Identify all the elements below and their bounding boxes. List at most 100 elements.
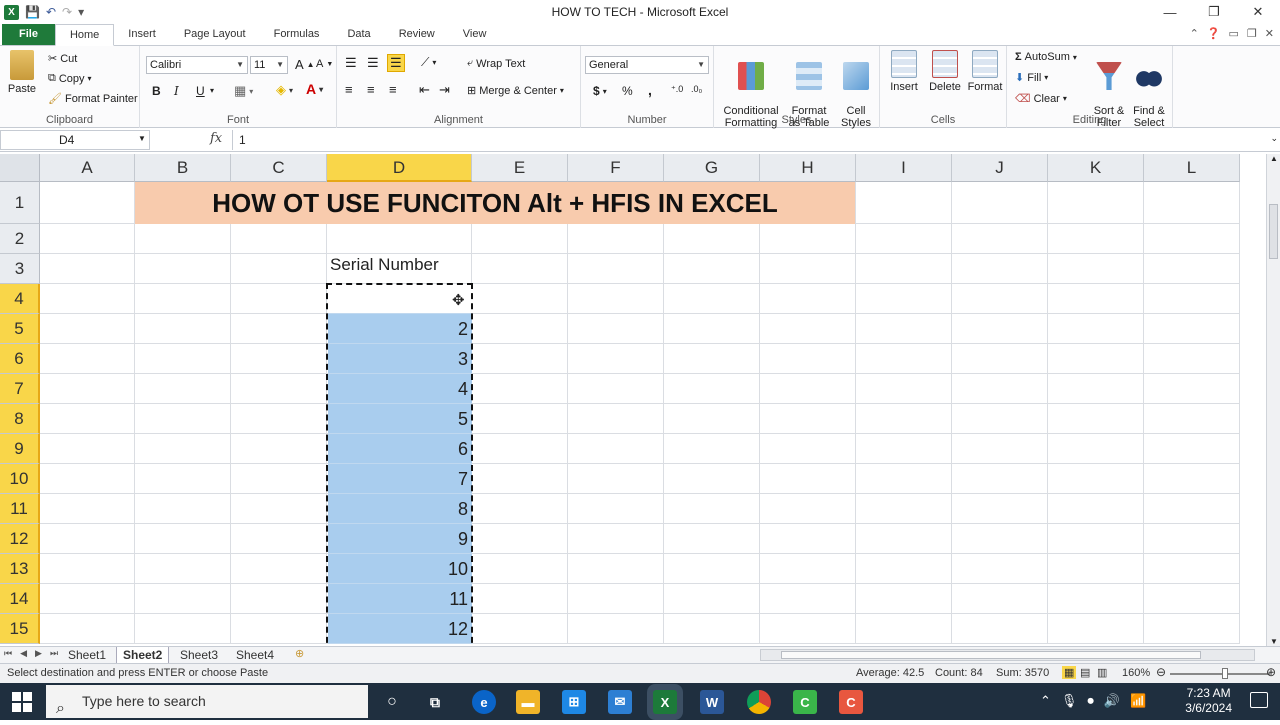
cell[interactable] — [135, 434, 231, 464]
cell[interactable] — [1144, 314, 1240, 344]
increase-decimal-icon[interactable]: ⁺.0 — [671, 84, 683, 95]
cell[interactable] — [760, 614, 856, 644]
cell[interactable] — [664, 554, 760, 584]
camtasia-green-icon[interactable]: C — [793, 690, 817, 714]
cell[interactable] — [856, 314, 952, 344]
vertical-scrollbar[interactable]: ▲ ▼ — [1266, 154, 1280, 646]
cell[interactable] — [472, 314, 568, 344]
column-header-b[interactable]: B — [135, 154, 231, 182]
align-center-icon[interactable]: ≡ — [367, 82, 375, 97]
cell[interactable] — [760, 464, 856, 494]
tab-formulas[interactable]: Formulas — [260, 24, 334, 45]
cell[interactable] — [568, 404, 664, 434]
customize-qat-icon[interactable]: ▾ — [78, 5, 84, 19]
camtasia-recorder-icon[interactable]: C — [839, 690, 863, 714]
cell[interactable] — [664, 464, 760, 494]
cell[interactable] — [1048, 524, 1144, 554]
column-header-a[interactable]: A — [40, 154, 135, 182]
cell[interactable] — [856, 614, 952, 644]
cell[interactable] — [664, 374, 760, 404]
cell[interactable] — [472, 224, 568, 254]
cell[interactable] — [472, 584, 568, 614]
cell[interactable] — [856, 464, 952, 494]
number-format-select[interactable]: General ▼ — [585, 56, 709, 74]
scroll-up-icon[interactable]: ▲ — [1270, 154, 1278, 163]
cell[interactable] — [135, 254, 231, 284]
show-hidden-icons[interactable]: ⌃ — [1040, 693, 1051, 709]
cell[interactable] — [568, 464, 664, 494]
first-sheet-icon[interactable]: ⏮ — [4, 648, 12, 659]
cell[interactable] — [231, 404, 327, 434]
cell[interactable] — [568, 524, 664, 554]
cell[interactable] — [135, 224, 231, 254]
cell[interactable] — [1144, 182, 1240, 224]
chrome-icon[interactable] — [747, 690, 771, 714]
cell[interactable] — [952, 182, 1048, 224]
cell[interactable] — [231, 284, 327, 314]
cell[interactable] — [760, 314, 856, 344]
window-minimize-icon[interactable]: ▭ — [1229, 27, 1239, 40]
row-header-14[interactable]: 14 — [0, 584, 40, 614]
row-header-13[interactable]: 13 — [0, 554, 40, 584]
cell[interactable] — [135, 374, 231, 404]
cell[interactable] — [760, 284, 856, 314]
cell[interactable] — [1048, 182, 1144, 224]
cell[interactable] — [952, 584, 1048, 614]
row-header-7[interactable]: 7 — [0, 374, 40, 404]
cell[interactable] — [568, 614, 664, 644]
decrease-indent-icon[interactable]: ⇤ — [419, 82, 430, 98]
underline-button[interactable]: U — [196, 84, 205, 98]
cell[interactable] — [952, 464, 1048, 494]
cell[interactable] — [952, 494, 1048, 524]
cell[interactable] — [1048, 464, 1144, 494]
insert-cells-button[interactable]: Insert — [886, 50, 922, 93]
cell[interactable] — [1144, 584, 1240, 614]
currency-button[interactable]: $ ▾ — [593, 84, 607, 98]
cell[interactable] — [40, 494, 135, 524]
cell[interactable] — [1048, 434, 1144, 464]
cell[interactable] — [856, 182, 952, 224]
cell[interactable] — [231, 554, 327, 584]
fill-color-icon[interactable]: ◈ ▾ — [276, 82, 293, 98]
zoom-slider[interactable] — [1170, 673, 1270, 675]
cell[interactable] — [40, 182, 135, 224]
next-sheet-icon[interactable]: ▶ — [35, 648, 42, 659]
cell[interactable] — [1048, 344, 1144, 374]
percent-button[interactable]: % — [622, 84, 633, 98]
cell[interactable] — [135, 614, 231, 644]
format-cells-button[interactable]: Format — [966, 50, 1004, 93]
cell[interactable] — [135, 584, 231, 614]
align-left-icon[interactable]: ≡ — [345, 82, 353, 97]
cell[interactable] — [952, 224, 1048, 254]
column-header-h[interactable]: H — [760, 154, 856, 182]
cell[interactable] — [568, 434, 664, 464]
cell[interactable] — [231, 254, 327, 284]
cut-button[interactable]: ✂ Cut — [48, 52, 77, 66]
cell[interactable] — [231, 374, 327, 404]
name-box[interactable]: D4 — [0, 130, 150, 150]
cell[interactable] — [664, 614, 760, 644]
row-header-10[interactable]: 10 — [0, 464, 40, 494]
cell[interactable] — [40, 554, 135, 584]
cell[interactable] — [664, 344, 760, 374]
cell[interactable] — [1048, 584, 1144, 614]
cell[interactable] — [135, 284, 231, 314]
cell[interactable] — [760, 584, 856, 614]
cell[interactable] — [40, 524, 135, 554]
cell[interactable] — [568, 254, 664, 284]
cell[interactable] — [472, 524, 568, 554]
cell[interactable] — [856, 554, 952, 584]
scroll-down-icon[interactable]: ▼ — [1270, 637, 1278, 646]
decrease-decimal-icon[interactable]: .0₀ — [691, 84, 702, 94]
cell[interactable] — [664, 314, 760, 344]
cell[interactable] — [760, 224, 856, 254]
grow-font-button[interactable]: A ▲ — [295, 57, 315, 72]
row-header-6[interactable]: 6 — [0, 344, 40, 374]
zoom-level[interactable]: 160% — [1122, 667, 1150, 679]
insert-sheet-icon[interactable]: ⊕ — [295, 647, 304, 660]
cell[interactable] — [568, 284, 664, 314]
cell[interactable] — [952, 344, 1048, 374]
cell[interactable] — [40, 464, 135, 494]
cell[interactable] — [1144, 404, 1240, 434]
orientation-icon[interactable]: ⟋ ▾ — [421, 55, 436, 70]
